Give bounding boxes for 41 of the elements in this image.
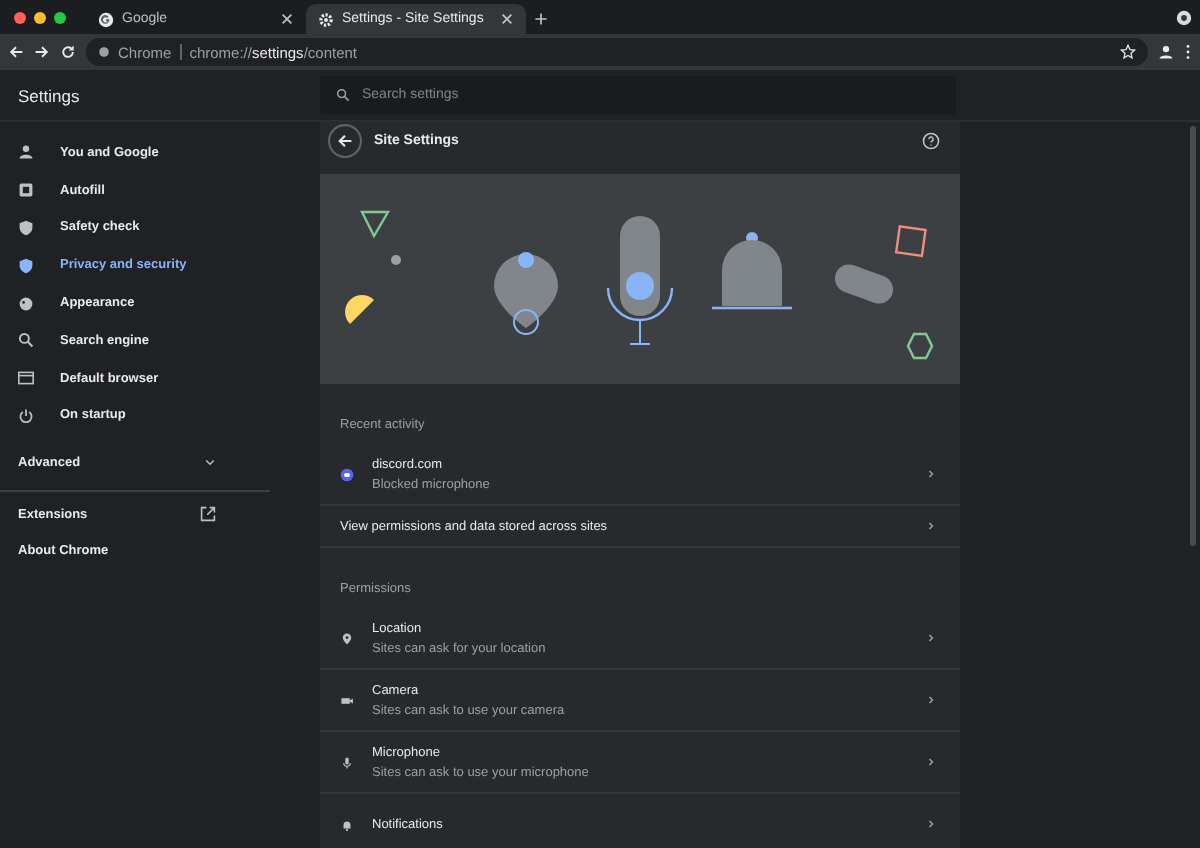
extension-icon[interactable]: [1176, 9, 1192, 25]
close-icon[interactable]: [500, 12, 514, 26]
back-arrow-icon[interactable]: [8, 44, 24, 60]
zoom-window-button[interactable]: [54, 11, 66, 23]
reload-icon[interactable]: [60, 44, 76, 60]
document-icon: [18, 182, 34, 199]
g-logo-icon: [98, 11, 114, 27]
site-favicon-icon: [340, 467, 354, 481]
new-tab-icon[interactable]: [534, 12, 548, 26]
chevron-right-icon: [926, 694, 936, 706]
microphone-icon: [340, 755, 354, 769]
forward-arrow-icon[interactable]: [34, 44, 50, 60]
chevron-right-icon: [926, 520, 936, 532]
browser-window-icon: [18, 370, 34, 387]
chevron-right-icon: [926, 468, 936, 480]
scrollbar[interactable]: [1190, 126, 1196, 546]
close-icon[interactable]: [280, 12, 294, 26]
shield-icon: [18, 219, 34, 236]
search-icon: [336, 88, 350, 102]
chevron-right-icon: [926, 756, 936, 768]
minimize-window-button[interactable]: [34, 11, 46, 23]
chevron-right-icon: [926, 818, 936, 830]
person-icon: [18, 144, 34, 161]
caret-icon: [204, 456, 216, 469]
back-button[interactable]: [328, 124, 362, 158]
location-pin-icon: [340, 631, 354, 645]
chevron-right-icon: [926, 632, 936, 644]
bookmark-star-icon[interactable]: [1120, 44, 1136, 60]
external-link-icon: [200, 506, 216, 523]
search-icon: [18, 332, 34, 349]
power-icon: [18, 407, 34, 424]
palette-icon: [18, 295, 34, 312]
site-info-icon: [98, 46, 110, 58]
help-icon[interactable]: [922, 132, 940, 150]
gear-icon: [318, 11, 334, 27]
bell-icon: [340, 817, 354, 831]
settings-title: Settings: [16, 85, 82, 105]
profile-icon[interactable]: [1158, 44, 1174, 60]
close-window-button[interactable]: [14, 11, 26, 23]
shield-icon: [18, 257, 34, 274]
menu-icon[interactable]: [1184, 44, 1192, 60]
